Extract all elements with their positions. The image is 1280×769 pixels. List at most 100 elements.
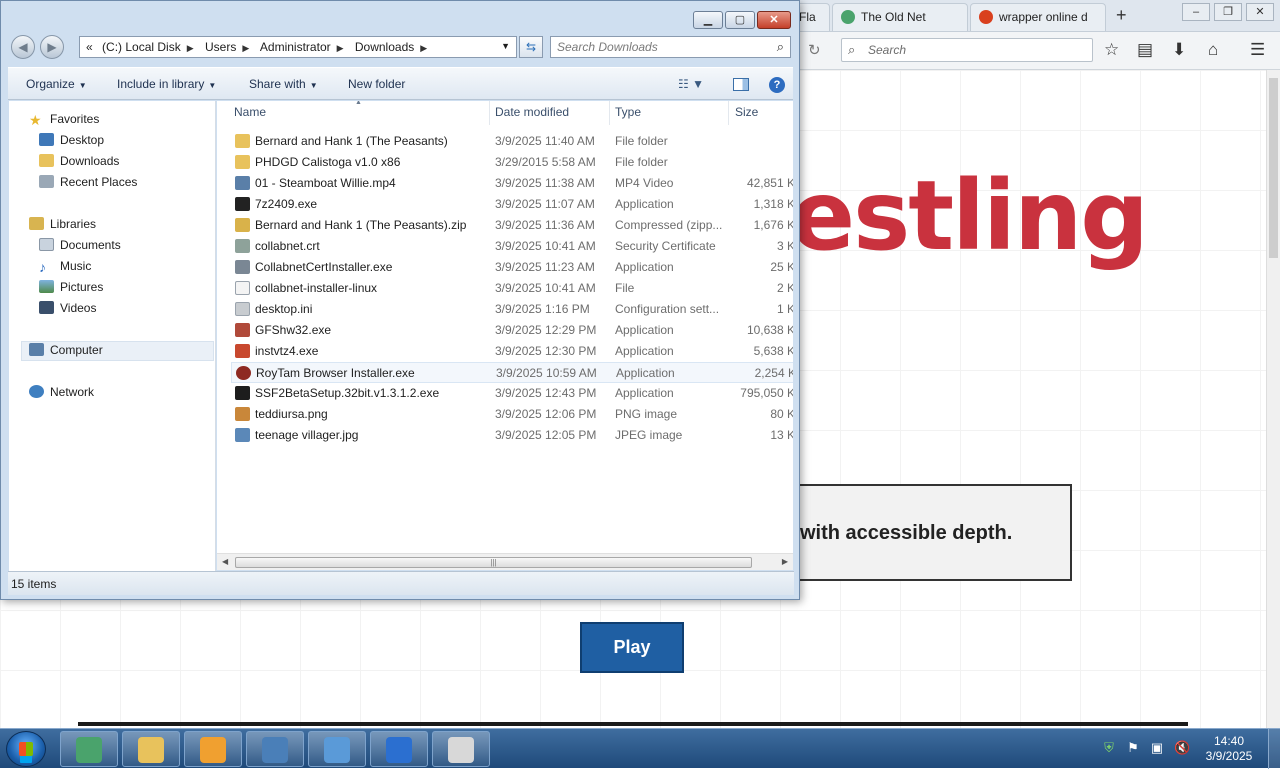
browser-minimize-button[interactable]: –: [1182, 3, 1210, 21]
breadcrumb-administrator[interactable]: Administrator: [260, 40, 331, 54]
breadcrumb-separator-icon[interactable]: ▶: [337, 43, 344, 53]
home-icon[interactable]: ⌂: [1208, 40, 1218, 60]
tray-security-icon[interactable]: ⛨: [1102, 741, 1116, 755]
close-button[interactable]: ✕: [757, 11, 791, 29]
nav-libraries[interactable]: Libraries: [29, 214, 96, 234]
taskbar-button[interactable]: [432, 731, 490, 767]
file-row[interactable]: desktop.ini 3/9/2025 1:16 PM Configuration…: [231, 299, 793, 320]
nav-recent-places[interactable]: Recent Places: [39, 172, 137, 192]
start-button[interactable]: [6, 731, 46, 767]
tray-volume-muted-icon[interactable]: 🔇: [1174, 741, 1190, 755]
nav-favorites[interactable]: ★ Favorites: [29, 109, 99, 129]
file-row[interactable]: PHDGD Calistoga v1.0 x86 3/29/2015 5:58 A…: [231, 152, 793, 173]
file-row[interactable]: instvtz4.exe 3/9/2025 12:30 PM Application…: [231, 341, 793, 362]
nav-music[interactable]: ♪ Music: [39, 256, 91, 276]
reading-list-icon[interactable]: ▤: [1137, 40, 1153, 60]
nav-pictures[interactable]: Pictures: [39, 277, 103, 297]
help-icon[interactable]: ?: [769, 77, 785, 93]
breadcrumb-separator-icon[interactable]: ▶: [242, 43, 249, 53]
horizontal-scrollbar[interactable]: ◀ ||| ▶: [217, 553, 793, 570]
file-row[interactable]: teddiursa.png 3/9/2025 12:06 PM PNG image 8…: [231, 404, 793, 425]
browser-tab-2[interactable]: The Old Net: [832, 3, 968, 31]
forward-button[interactable]: ▶: [40, 35, 64, 59]
play-button[interactable]: Play: [580, 622, 684, 673]
download-icon[interactable]: ⬇: [1172, 40, 1186, 60]
breadcrumb-separator-icon[interactable]: ▶: [187, 43, 194, 53]
tray-action-center-icon[interactable]: ⚑: [1126, 741, 1140, 755]
preview-pane-icon[interactable]: [733, 78, 749, 91]
show-desktop-button[interactable]: [1268, 729, 1280, 769]
clock-time: 14:40: [1213, 734, 1245, 748]
nav-desktop[interactable]: Desktop: [39, 130, 104, 150]
page-scrollbar-thumb[interactable]: [1269, 78, 1278, 258]
browser-maximize-button[interactable]: ❐: [1214, 3, 1242, 21]
change-view-icon[interactable]: ☷ ▼: [678, 77, 704, 91]
new-folder-button[interactable]: New folder: [348, 77, 405, 91]
bookmark-star-icon[interactable]: ☆: [1104, 40, 1119, 60]
column-divider[interactable]: [728, 101, 729, 125]
nav-computer[interactable]: Computer: [29, 340, 103, 360]
column-divider[interactable]: [489, 101, 490, 125]
tray-network-icon[interactable]: ▣: [1150, 741, 1164, 755]
navigation-pane: ★ Favorites Desktop Downloads Recent Plac…: [9, 101, 216, 571]
file-row[interactable]: RoyTam Browser Installer.exe 3/9/2025 10:…: [231, 362, 793, 383]
page-scrollbar[interactable]: [1266, 70, 1280, 728]
nav-videos[interactable]: Videos: [39, 298, 96, 318]
address-chevron[interactable]: «: [86, 40, 93, 54]
file-row[interactable]: GFShw32.exe 3/9/2025 12:29 PM Application 1…: [231, 320, 793, 341]
reload-icon[interactable]: ↻: [808, 41, 821, 59]
address-dropdown-icon[interactable]: ▼: [501, 41, 510, 51]
taskbar-button[interactable]: [246, 731, 304, 767]
browser-search-input[interactable]: ⌕ Search: [841, 38, 1093, 62]
file-row[interactable]: CollabnetCertInstaller.exe 3/9/2025 11:23…: [231, 257, 793, 278]
file-date-modified: 3/9/2025 10:59 AM: [496, 366, 597, 380]
breadcrumb-downloads[interactable]: Downloads: [355, 40, 414, 54]
breadcrumb-users[interactable]: Users: [205, 40, 236, 54]
browser-tab-3[interactable]: wrapper online d: [970, 3, 1106, 31]
refresh-button[interactable]: ⇆: [519, 36, 543, 58]
new-tab-button[interactable]: +: [1116, 5, 1127, 26]
scroll-right-icon[interactable]: ▶: [782, 557, 788, 566]
nav-downloads[interactable]: Downloads: [39, 151, 119, 171]
file-size: 1 K: [776, 302, 793, 316]
file-type: Application: [616, 366, 675, 380]
scroll-left-icon[interactable]: ◀: [222, 557, 228, 566]
file-row[interactable]: collabnet.crt 3/9/2025 10:41 AM Security C…: [231, 236, 793, 257]
file-row[interactable]: Bernard and Hank 1 (The Peasants) 3/9/202…: [231, 131, 793, 152]
taskbar-button[interactable]: [122, 731, 180, 767]
breadcrumb-separator-icon[interactable]: ▶: [420, 43, 427, 53]
column-header-type[interactable]: Type: [615, 105, 641, 119]
taskbar-button[interactable]: [308, 731, 366, 767]
address-bar[interactable]: « (C:) Local Disk ▶ Users ▶ Administrator ▶…: [79, 36, 517, 58]
minimize-button[interactable]: ▁: [693, 11, 723, 29]
nav-network[interactable]: Network: [29, 382, 94, 402]
file-row[interactable]: collabnet-installer-linux 3/9/2025 10:41 …: [231, 278, 793, 299]
column-divider[interactable]: [609, 101, 610, 125]
clock[interactable]: 14:40 3/9/2025: [1202, 734, 1256, 764]
taskbar-button[interactable]: [184, 731, 242, 767]
breadcrumb-local-disk[interactable]: (C:) Local Disk: [102, 40, 181, 54]
file-row[interactable]: 01 - Steamboat Willie.mp4 3/9/2025 11:38 …: [231, 173, 793, 194]
maximize-button[interactable]: ▢: [725, 11, 755, 29]
taskbar-button[interactable]: [60, 731, 118, 767]
organize-menu[interactable]: Organize ▼: [26, 77, 87, 91]
explorer-search-input[interactable]: Search Downloads ⌕: [550, 36, 791, 58]
file-size: 10,638 K: [746, 323, 793, 337]
taskbar-button[interactable]: [370, 731, 428, 767]
column-header-date[interactable]: Date modified: [495, 105, 569, 119]
include-in-library-menu[interactable]: Include in library ▼: [117, 77, 216, 91]
back-button[interactable]: ◀: [11, 35, 35, 59]
file-row[interactable]: 7z2409.exe 3/9/2025 11:07 AM Application 1,…: [231, 194, 793, 215]
file-name: teddiursa.png: [255, 407, 328, 421]
share-with-menu[interactable]: Share with ▼: [249, 77, 318, 91]
column-header-size[interactable]: Size: [735, 105, 758, 119]
menu-icon[interactable]: ☰: [1250, 40, 1265, 60]
file-row[interactable]: SSF2BetaSetup.32bit.v1.3.1.2.exe 3/9/2025…: [231, 383, 793, 404]
taskbar: ⛨ ⚑ ▣ 🔇 14:40 3/9/2025: [0, 728, 1280, 769]
file-row[interactable]: teenage villager.jpg 3/9/2025 12:05 PM JPE…: [231, 425, 793, 446]
horizontal-scrollbar-thumb[interactable]: |||: [235, 557, 752, 568]
file-row[interactable]: Bernard and Hank 1 (The Peasants).zip 3/9…: [231, 215, 793, 236]
browser-close-button[interactable]: ✕: [1246, 3, 1274, 21]
nav-documents[interactable]: Documents: [39, 235, 121, 255]
column-header-name[interactable]: Name: [234, 105, 266, 119]
